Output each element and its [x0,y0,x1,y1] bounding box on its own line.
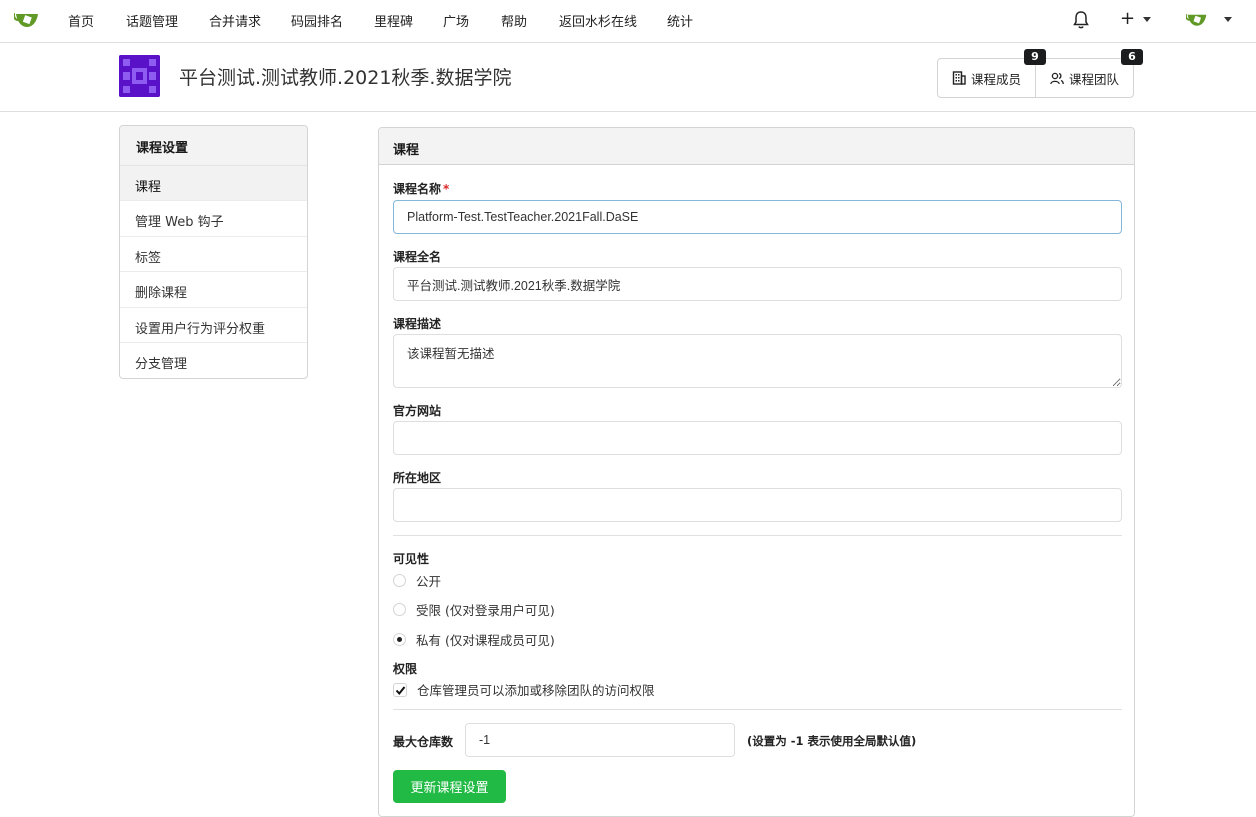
location-label: 所在地区 [393,471,442,485]
website-label: 官方网站 [393,404,442,418]
sidebar-item-delete[interactable]: 删除课程 [120,272,307,308]
sidebar-item-course[interactable]: 课程 [120,166,307,202]
course-header: 平台测试.测试教师.2021秋季.数据学院 课程成员 课程团队 9 6 [0,43,1256,112]
nav-help[interactable]: 帮助 [501,11,527,30]
permission-option[interactable]: 仓库管理员可以添加或移除团队的访问权限 [393,680,655,699]
teams-count-badge: 6 [1121,49,1143,65]
radio-limited[interactable] [393,603,406,616]
course-members-label: 课程成员 [970,71,1021,87]
course-members-button[interactable]: 课程成员 [938,59,1035,97]
members-count-badge: 9 [1024,49,1046,65]
visibility-option-private-text: 私有 (仅对课程成员可见) [416,633,555,648]
sidebar-item-branches[interactable]: 分支管理 [120,343,307,378]
visibility-label: 可见性 [393,552,430,566]
nav-stats[interactable]: 统计 [667,11,693,30]
course-fullname-input[interactable] [393,267,1122,301]
sidebar-item-webhooks[interactable]: 管理 Web 钩子 [120,201,307,237]
permission-checkbox[interactable] [393,682,407,697]
permission-label: 权限 [393,662,418,676]
course-settings-panel: 课程 课程名称* 课程全名 课程描述 该课程暂无描述 官方网站 所在地区 可见性… [378,127,1135,817]
visibility-option-private[interactable]: 私有 (仅对课程成员可见) [393,630,555,649]
sidebar-item-labels[interactable]: 标签 [120,237,307,273]
create-plus-icon[interactable]: + [1120,8,1135,29]
notification-bell-icon[interactable] [1072,10,1090,30]
course-teams-button[interactable]: 课程团队 [1035,59,1133,97]
location-input[interactable] [393,488,1122,522]
permission-checkbox-text: 仓库管理员可以添加或移除团队的访问权限 [417,683,655,698]
course-fullname-label: 课程全名 [393,250,442,264]
create-dropdown-caret-icon[interactable] [1143,17,1151,22]
gitea-logo-icon[interactable] [14,9,40,29]
required-mark: * [443,182,450,196]
course-description-label: 课程描述 [393,317,442,331]
settings-sidebar: 课程设置 课程 管理 Web 钩子 标签 删除课程 设置用户行为评分权重 分支管… [119,125,308,380]
radio-private[interactable] [393,633,406,646]
visibility-option-limited[interactable]: 受限 (仅对登录用户可见) [393,600,555,619]
course-name-label-text: 课程名称 [393,182,442,196]
max-repos-hint: (设置为 -1 表示使用全局默认值) [747,734,917,748]
nav-back-online[interactable]: 返回水杉在线 [559,11,637,30]
divider [393,709,1122,710]
radio-public[interactable] [393,574,406,587]
course-name-label: 课程名称 * [393,180,449,197]
sidebar-title: 课程设置 [120,126,307,166]
panel-title: 课程 [379,128,1134,165]
max-repos-label: 最大仓库数 [393,735,454,749]
nav-milestones[interactable]: 里程碑 [374,11,413,30]
nav-explore[interactable]: 广场 [443,11,469,30]
user-avatar[interactable] [1186,10,1208,28]
sidebar-item-score-weights[interactable]: 设置用户行为评分权重 [120,308,307,343]
user-dropdown-caret-icon[interactable] [1224,17,1232,22]
checkmark-icon [395,685,406,695]
nav-home[interactable]: 首页 [68,11,94,30]
visibility-option-public-text: 公开 [416,574,442,589]
building-icon [952,71,966,85]
people-icon [1050,72,1064,84]
visibility-option-limited-text: 受限 (仅对登录用户可见) [416,603,555,618]
max-repos-input[interactable] [465,723,735,757]
nav-pull-requests[interactable]: 合并请求 [209,11,261,30]
top-navbar: 首页 话题管理 合并请求 码园排名 里程碑 广场 帮助 返回水杉在线 统计 + [0,0,1256,43]
nav-ranking[interactable]: 码园排名 [291,11,343,30]
course-description-textarea[interactable]: 该课程暂无描述 [393,334,1122,388]
course-avatar [119,55,160,97]
course-name-input[interactable] [393,200,1122,234]
nav-issues[interactable]: 话题管理 [126,11,178,30]
update-settings-button[interactable]: 更新课程设置 [393,770,506,803]
course-teams-label: 课程团队 [1068,71,1119,87]
page-title: 平台测试.测试教师.2021秋季.数据学院 [179,67,512,89]
visibility-option-public[interactable]: 公开 [393,571,441,590]
website-input[interactable] [393,421,1122,455]
divider [393,535,1122,536]
